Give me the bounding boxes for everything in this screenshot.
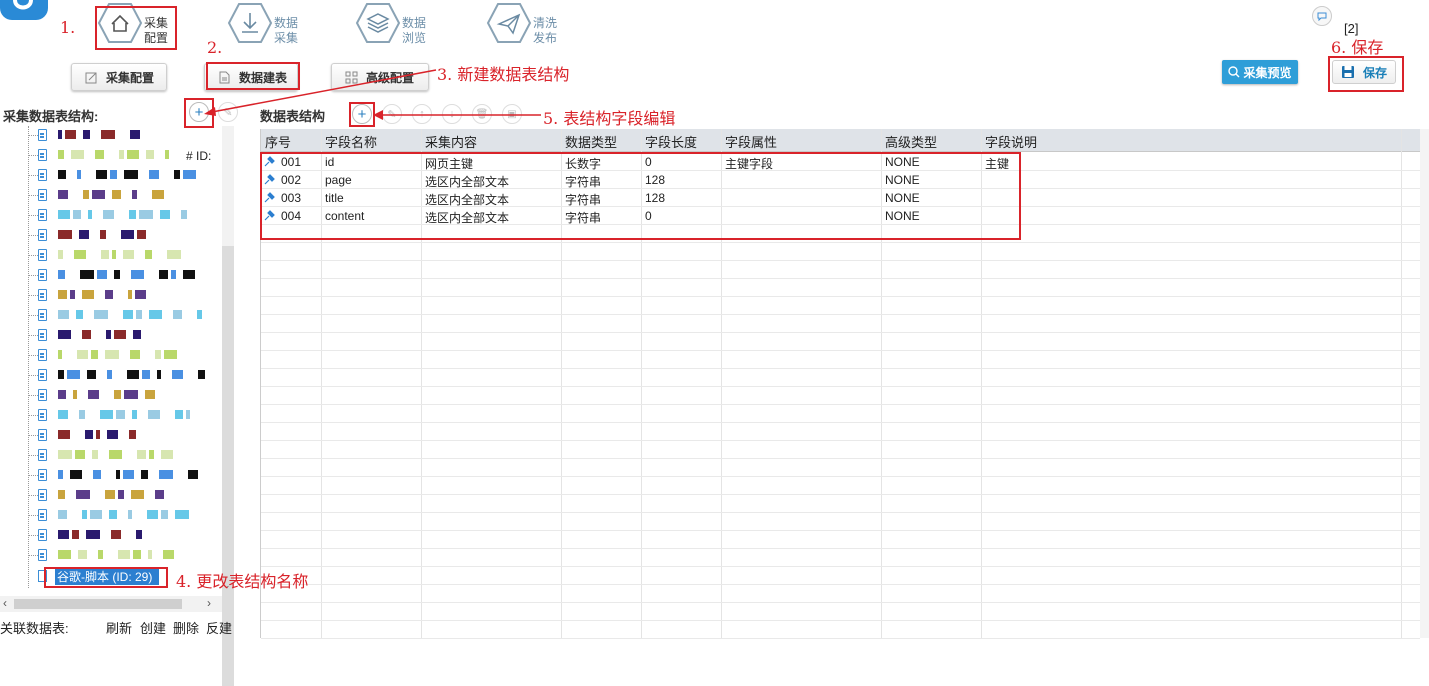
annotation-arrows	[204, 69, 541, 120]
grid-row-line	[261, 638, 1420, 639]
